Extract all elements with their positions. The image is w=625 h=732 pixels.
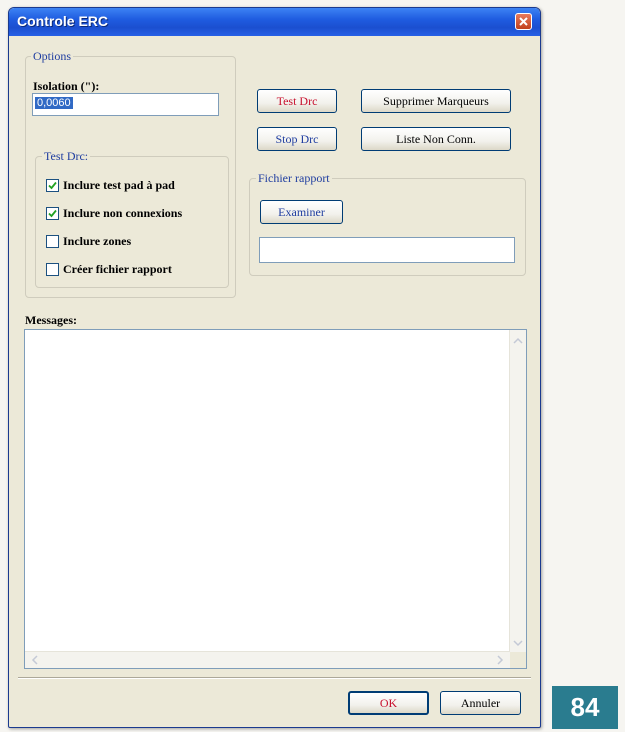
supprimer-marqueurs-button[interactable]: Supprimer Marqueurs — [361, 89, 511, 113]
scroll-up-arrow-icon — [513, 337, 523, 344]
annuler-button[interactable]: Annuler — [440, 691, 521, 715]
title-bar[interactable]: Controle ERC — [9, 8, 540, 36]
test-drc-button[interactable]: Test Drc — [257, 89, 337, 113]
label-inclure-zones: Inclure zones — [63, 234, 132, 248]
check-icon — [48, 181, 57, 190]
test-drc-group-label: Test Drc: — [42, 149, 91, 164]
fichier-rapport-group-label: Fichier rapport — [256, 171, 332, 186]
scroll-left-arrow-icon — [31, 655, 38, 665]
scrollbar-corner — [510, 652, 526, 668]
close-icon — [519, 17, 528, 26]
scroll-down-arrow-icon — [513, 640, 523, 647]
check-icon — [48, 209, 57, 218]
close-button[interactable] — [515, 13, 532, 30]
label-inclure-non-connexions: Inclure non connexions — [63, 206, 183, 220]
checkbox-inclure-non-connexions[interactable] — [46, 207, 59, 220]
window-title: Controle ERC — [17, 13, 108, 29]
examiner-button[interactable]: Examiner — [260, 200, 343, 224]
messages-label: Messages: — [25, 313, 77, 327]
isolation-value: 0,0060 — [35, 97, 73, 109]
controle-erc-dialog: Controle ERC Options Isolation ("): 0,00… — [8, 7, 541, 728]
isolation-input[interactable]: 0,0060 — [32, 93, 219, 116]
rapport-path-input[interactable] — [259, 237, 515, 263]
label-creer-fichier-rapport: Créer fichier rapport — [63, 262, 172, 276]
checkbox-inclure-test-pad[interactable] — [46, 179, 59, 192]
options-group-label: Options — [31, 49, 74, 64]
vertical-scrollbar[interactable] — [509, 330, 526, 652]
scroll-right-arrow-icon — [497, 655, 504, 665]
horizontal-scrollbar[interactable] — [25, 651, 510, 668]
checkbox-creer-fichier-rapport[interactable] — [46, 263, 59, 276]
liste-non-conn-button[interactable]: Liste Non Conn. — [361, 127, 511, 151]
page-number-badge: 84 — [552, 686, 618, 729]
label-inclure-test-pad: Inclure test pad à pad — [63, 178, 175, 192]
stop-drc-button[interactable]: Stop Drc — [257, 127, 337, 151]
isolation-label: Isolation ("): — [33, 79, 100, 93]
footer-separator — [18, 677, 531, 679]
ok-button[interactable]: OK — [348, 691, 429, 715]
messages-textarea[interactable] — [24, 329, 527, 669]
checkbox-inclure-zones[interactable] — [46, 235, 59, 248]
